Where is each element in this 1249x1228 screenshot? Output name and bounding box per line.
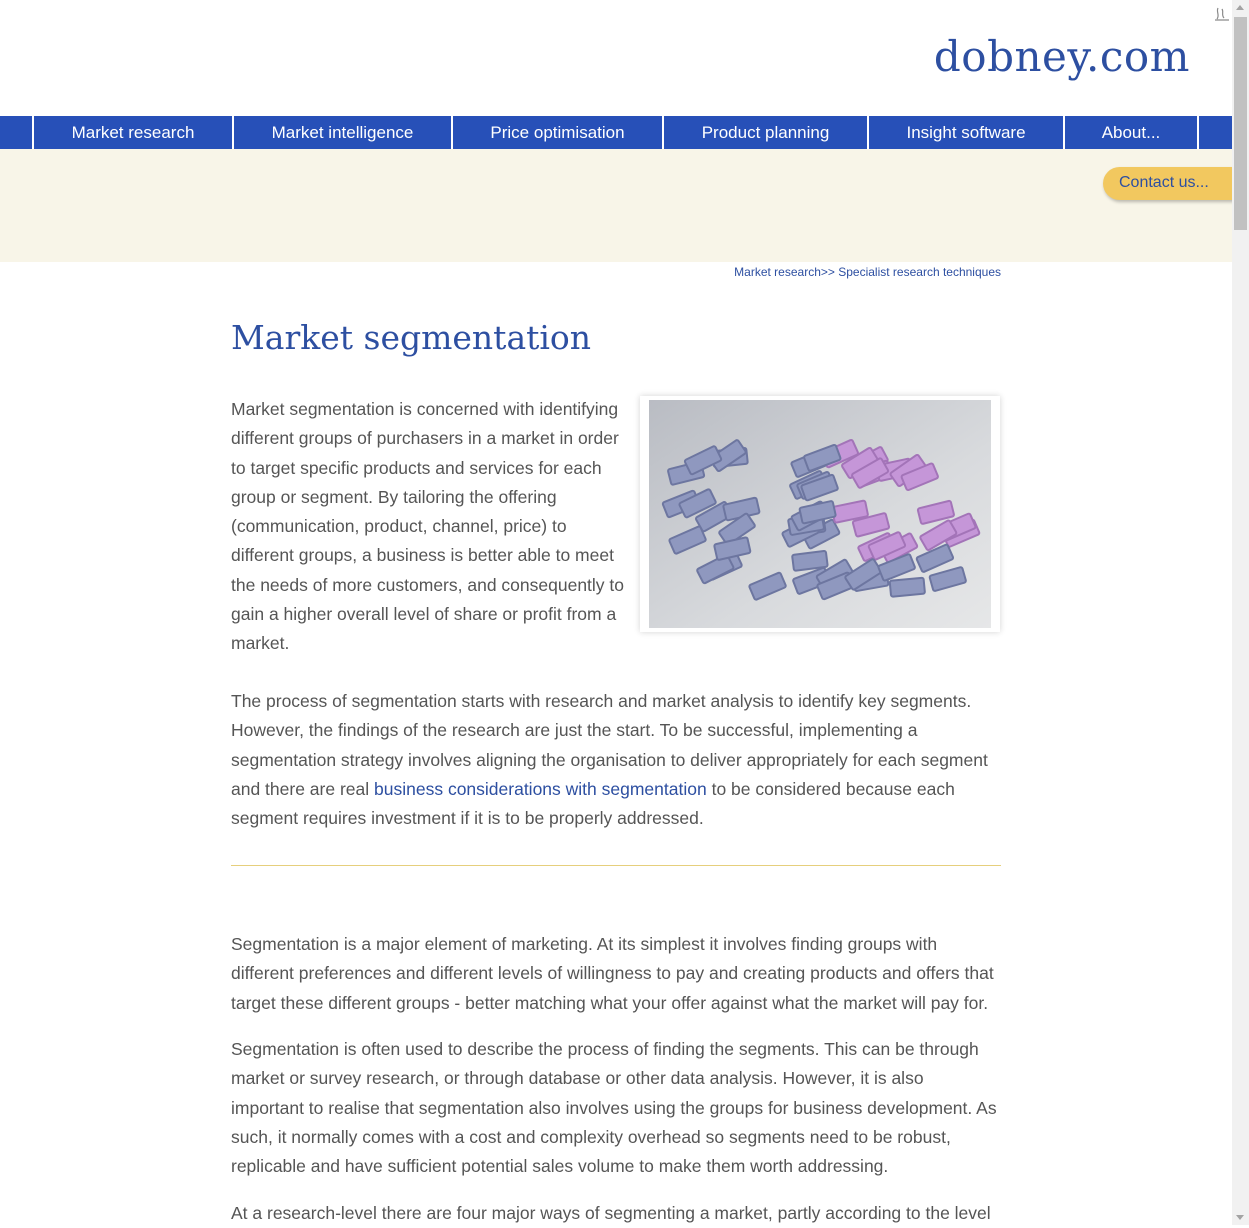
nav-item-insight-software[interactable]: Insight software [867,116,1063,149]
banner [0,149,1232,262]
breadcrumb-separator: >> [820,265,835,279]
scroll-up-arrow-icon[interactable] [1236,5,1244,10]
accessibility-icon[interactable] [1212,6,1232,22]
nav-item-market-intelligence[interactable]: Market intelligence [232,116,451,149]
main-navigation: Market research Market intelligence Pric… [0,116,1232,149]
nav-item-price-optimisation[interactable]: Price optimisation [451,116,662,149]
marketing-paragraph: Segmentation is a major element of marke… [231,934,994,1013]
main-content: Market segmentation Market segmentation … [231,318,1001,1223]
process-paragraph: The process of segmentation starts with … [231,687,1001,833]
scrollbar-thumb[interactable] [1234,17,1247,230]
contact-us-button[interactable]: Contact us... [1103,167,1243,200]
site-logo[interactable]: dobney.com [934,32,1190,81]
segmentation-photo [649,400,991,628]
nav-item-market-research[interactable]: Market research [32,116,232,149]
scroll-down-arrow-icon[interactable] [1236,1215,1244,1220]
intro-paragraph: Market segmentation is concerned with id… [231,399,625,654]
nav-left-spacer [0,116,32,149]
photo-tile [791,550,829,572]
breadcrumb-specialist-techniques[interactable]: Specialist research techniques [838,265,1001,279]
page-scrollbar[interactable] [1232,0,1249,1225]
segmentation-image-frame [640,396,1000,632]
business-considerations-link[interactable]: business considerations with segmentatio… [374,779,707,799]
nav-item-product-planning[interactable]: Product planning [662,116,867,149]
research-paragraph: At a research-level there are four major… [231,1203,991,1223]
photo-tile [888,576,926,598]
breadcrumb: Market research>> Specialist research te… [734,265,1001,279]
breadcrumb-market-research[interactable]: Market research [734,265,821,279]
page-title: Market segmentation [231,318,592,357]
section-divider [231,865,1001,866]
segments-paragraph: Segmentation is often used to describe t… [231,1039,997,1177]
nav-item-about[interactable]: About... [1063,116,1199,149]
